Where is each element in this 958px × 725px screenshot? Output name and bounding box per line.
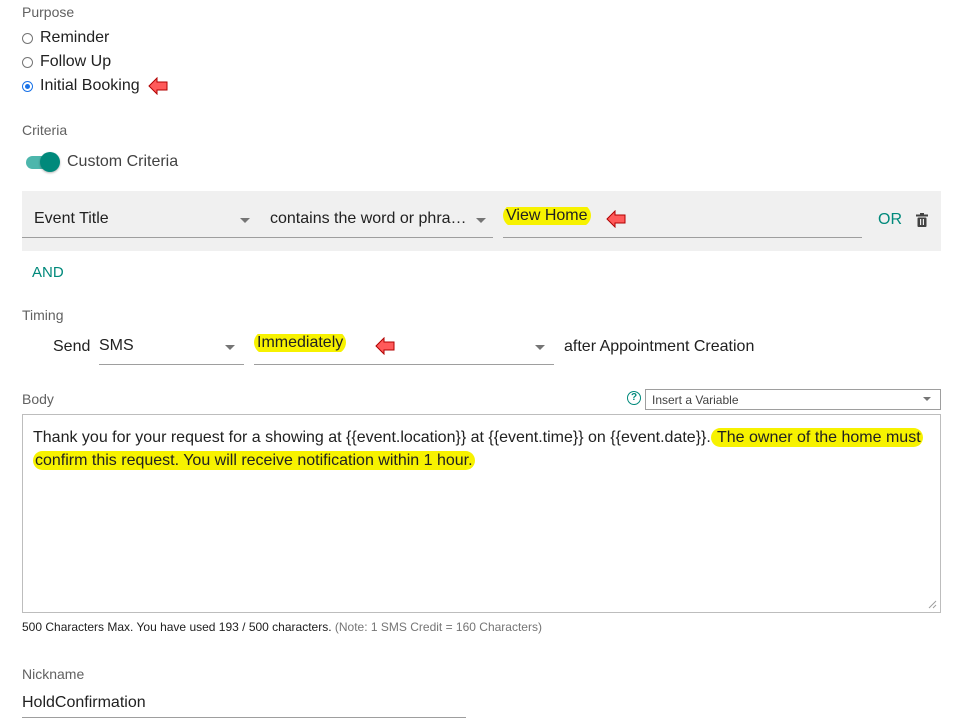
body-text-plain: Thank you for your request for a showing… bbox=[33, 429, 711, 446]
nickname-label: Nickname bbox=[22, 666, 85, 682]
trash-icon[interactable] bbox=[916, 213, 928, 227]
criteria-operator-value: contains the word or phra… bbox=[270, 210, 466, 227]
criteria-value-input[interactable]: View Home bbox=[503, 202, 862, 238]
or-button[interactable]: OR bbox=[878, 211, 902, 229]
and-button[interactable]: AND bbox=[32, 264, 64, 281]
radio-button[interactable] bbox=[22, 80, 33, 92]
nickname-input[interactable]: HoldConfirmation bbox=[22, 688, 466, 718]
resize-grip-icon[interactable] bbox=[927, 599, 937, 609]
criteria-field-select[interactable]: Event Title bbox=[22, 202, 258, 238]
chevron-down-icon bbox=[476, 218, 486, 223]
chevron-down-icon bbox=[225, 345, 235, 350]
timing-select[interactable]: Immediately bbox=[254, 329, 554, 365]
purpose-label: Purpose bbox=[22, 4, 75, 20]
insert-variable-select[interactable]: Insert a Variable bbox=[645, 389, 941, 410]
criteria-label: Criteria bbox=[22, 122, 68, 138]
channel-select[interactable]: SMS bbox=[99, 329, 244, 365]
character-count: 500 Characters Max. You have used 193 / … bbox=[22, 620, 542, 634]
annotation-arrow-icon bbox=[606, 210, 626, 228]
criteria-row: Event Title contains the word or phra… V… bbox=[22, 191, 941, 251]
timing-label: Timing bbox=[22, 307, 64, 323]
body-label: Body bbox=[22, 391, 54, 407]
body-text-highlight-1: The owner of the home must bbox=[710, 428, 923, 447]
radio-button[interactable] bbox=[22, 56, 33, 68]
character-count-note: (Note: 1 SMS Credit = 160 Characters) bbox=[334, 620, 542, 634]
timing-value: Immediately bbox=[254, 334, 347, 352]
radio-button[interactable] bbox=[22, 32, 33, 44]
nickname-value: HoldConfirmation bbox=[22, 694, 146, 711]
body-textarea[interactable]: Thank you for your request for a showing… bbox=[22, 414, 941, 613]
radio-reminder[interactable]: Reminder bbox=[22, 28, 109, 48]
custom-criteria-toggle[interactable] bbox=[24, 152, 60, 172]
radio-label: Initial Booking bbox=[40, 77, 140, 94]
body-text-highlight-2: confirm this request. You will receive n… bbox=[33, 451, 475, 470]
radio-label: Follow Up bbox=[40, 53, 112, 70]
criteria-value-text: View Home bbox=[503, 207, 591, 225]
radio-label: Reminder bbox=[40, 29, 110, 46]
radio-initial-booking[interactable]: Initial Booking bbox=[22, 76, 168, 96]
radio-follow-up[interactable]: Follow Up bbox=[22, 52, 111, 72]
insert-variable-placeholder: Insert a Variable bbox=[652, 393, 739, 407]
chevron-down-icon bbox=[535, 345, 545, 350]
send-label: Send bbox=[53, 338, 91, 355]
annotation-arrow-icon bbox=[147, 77, 168, 95]
annotation-arrow-icon bbox=[375, 337, 395, 355]
chevron-down-icon bbox=[240, 218, 250, 223]
criteria-operator-select[interactable]: contains the word or phra… bbox=[258, 202, 493, 238]
channel-value: SMS bbox=[99, 337, 134, 354]
character-count-text: 500 Characters Max. You have used 193 / … bbox=[22, 620, 332, 634]
help-icon[interactable]: ? bbox=[627, 391, 641, 405]
timing-suffix: after Appointment Creation bbox=[564, 338, 755, 355]
chevron-down-icon bbox=[923, 397, 931, 401]
custom-criteria-label: Custom Criteria bbox=[67, 153, 179, 170]
criteria-field-value: Event Title bbox=[34, 210, 109, 227]
